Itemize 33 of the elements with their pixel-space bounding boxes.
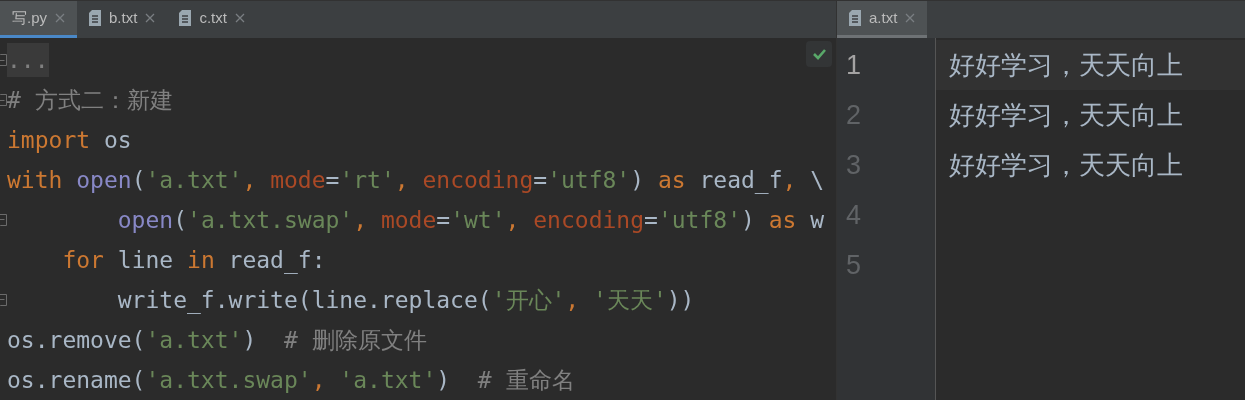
code-line: open('a.txt.swap', mode='wt', encoding='utf8') as w — [116, 205, 825, 235]
fold-icon[interactable] — [0, 94, 7, 106]
folded-code[interactable]: ... — [7, 42, 49, 78]
tab-label: b.txt — [109, 7, 138, 28]
code-line: os.remove('a.txt') # 删除原文件 — [7, 325, 427, 355]
tab-label: a.txt — [869, 7, 898, 28]
code-line: # 方式二：新建 — [7, 85, 173, 115]
code-line: with open('a.txt', mode='rt', encoding='utf8') as read_f, \ — [7, 165, 825, 196]
line-number: 1 — [846, 48, 862, 82]
editor-tab[interactable]: b.txt — [77, 1, 168, 38]
fold-icon[interactable] — [0, 214, 7, 226]
fold-icon[interactable] — [0, 54, 7, 66]
check-icon[interactable] — [806, 41, 832, 67]
text-line: 好好学习，天天向上 — [949, 98, 1183, 132]
tab-label: c.txt — [199, 7, 227, 28]
editor-tab[interactable]: 写.py — [0, 1, 77, 38]
file-icon — [89, 10, 101, 26]
text-line: 好好学习，天天向上 — [949, 148, 1183, 182]
code-line: write_f.write(line.replace('开心', '天天')) — [116, 285, 695, 316]
close-icon[interactable] — [55, 13, 65, 23]
text-line: 好好学习，天天向上 — [949, 48, 1183, 82]
editor-tab[interactable]: c.txt — [167, 1, 257, 38]
code-line: import os — [7, 125, 132, 155]
close-icon[interactable] — [145, 13, 156, 23]
tab-label: 写.py — [12, 7, 47, 28]
editor-tab[interactable]: a.txt — [837, 1, 928, 38]
file-icon — [179, 10, 192, 26]
fold-icon[interactable] — [0, 294, 7, 306]
file-icon — [849, 10, 861, 26]
close-icon[interactable] — [905, 13, 916, 23]
code-line: for line in read_f: — [61, 245, 326, 276]
code-line: os.rename('a.txt.swap', 'a.txt') # 重命名 — [7, 365, 575, 395]
close-icon[interactable] — [234, 13, 245, 23]
